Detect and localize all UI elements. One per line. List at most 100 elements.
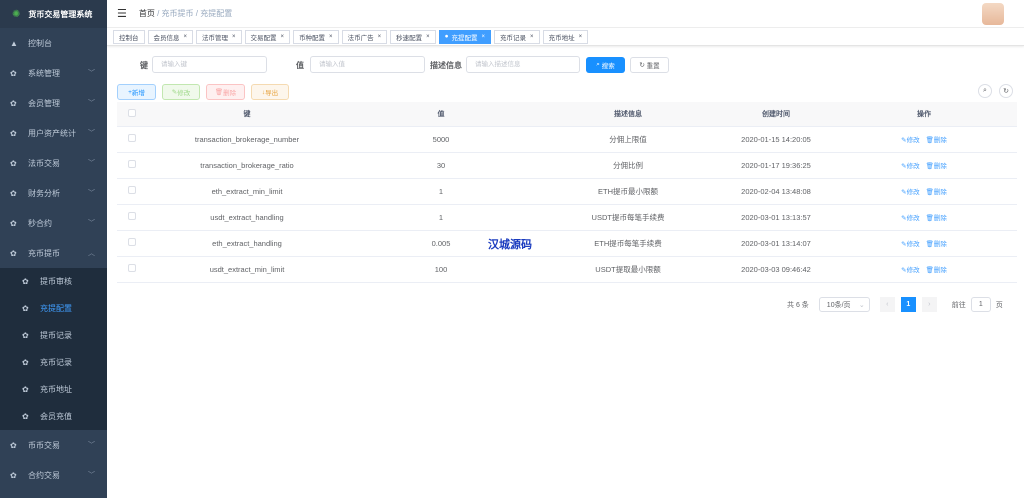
sidebar-item-2[interactable]: ✿会员管理﹀ xyxy=(0,88,107,118)
tab-9[interactable]: 充币地址× xyxy=(543,30,589,44)
edit-button[interactable]: ✎ 修改 xyxy=(162,84,200,100)
desc-input[interactable]: 请输入描述信息 xyxy=(466,56,580,73)
row-checkbox[interactable] xyxy=(128,134,136,142)
row-checkbox[interactable] xyxy=(128,264,136,272)
gear-icon: ✿ xyxy=(10,129,20,138)
close-icon[interactable]: × xyxy=(232,34,236,40)
value-input[interactable]: 请输入值 xyxy=(310,56,425,73)
tab-label: 交易配置 xyxy=(251,32,277,42)
page-1-button[interactable]: 1 xyxy=(901,297,916,312)
add-label: 新增 xyxy=(132,87,145,97)
gear-icon: ✿ xyxy=(10,471,20,480)
page-size-select[interactable]: 10条/页⌄ xyxy=(819,297,870,312)
close-icon[interactable]: × xyxy=(281,34,285,40)
submenu-item-3[interactable]: ✿充币记录 xyxy=(0,349,107,376)
row-select[interactable] xyxy=(117,230,147,256)
tab-0[interactable]: 控制台 xyxy=(113,30,145,44)
row-edit-button[interactable]: ✎修改 xyxy=(901,215,919,222)
search-toggle-icon[interactable]: ⌕ xyxy=(978,84,992,98)
sidebar-item-after-1[interactable]: ✿合约交易﹀ xyxy=(0,460,107,490)
close-icon[interactable]: × xyxy=(482,34,486,40)
cell-value: 1 xyxy=(347,178,535,204)
menu-label: 法币交易 xyxy=(28,158,60,169)
goto-input[interactable]: 1 xyxy=(971,297,991,312)
sidebar-item-5[interactable]: ✿财务分析﹀ xyxy=(0,178,107,208)
row-checkbox[interactable] xyxy=(128,212,136,220)
row-edit-button[interactable]: ✎修改 xyxy=(901,267,919,274)
submenu-item-1[interactable]: ✿充提配置 xyxy=(0,295,107,322)
gear-icon: ✿ xyxy=(10,69,20,78)
cell-desc: USDT提币每笔手续费 xyxy=(535,204,721,230)
tab-1[interactable]: 会员信息× xyxy=(148,30,194,44)
sidebar-item-4[interactable]: ✿法币交易﹀ xyxy=(0,148,107,178)
row-checkbox[interactable] xyxy=(128,160,136,168)
select-all-checkbox[interactable] xyxy=(128,109,136,117)
header: ☰ 首页 / 充币提币 / 充提配置 xyxy=(107,0,1024,28)
row-select[interactable] xyxy=(117,204,147,230)
submenu-item-4[interactable]: ✿充币地址 xyxy=(0,376,107,403)
row-delete-button[interactable]: 🗑删除 xyxy=(926,215,947,222)
key-input[interactable]: 请输入键 xyxy=(152,56,267,73)
tab-4[interactable]: 币种配置× xyxy=(293,30,339,44)
sidebar-item-0[interactable]: ▲控制台 xyxy=(0,28,107,58)
sidebar-item-6[interactable]: ✿秒合约﹀ xyxy=(0,208,107,238)
close-icon[interactable]: × xyxy=(378,34,382,40)
row-delete-button[interactable]: 🗑删除 xyxy=(926,189,947,196)
tab-2[interactable]: 法币管理× xyxy=(196,30,242,44)
sidebar-item-3[interactable]: ✿用户资产统计﹀ xyxy=(0,118,107,148)
row-select[interactable] xyxy=(117,152,147,178)
row-delete-button[interactable]: 🗑删除 xyxy=(926,137,947,144)
row-delete-button[interactable]: 🗑删除 xyxy=(926,241,947,248)
gear-icon: ✿ xyxy=(10,249,20,258)
tab-8[interactable]: 充币记录× xyxy=(494,30,540,44)
row-delete-button[interactable]: 🗑删除 xyxy=(926,267,947,274)
gear-icon: ✿ xyxy=(22,277,32,286)
next-page-button[interactable]: › xyxy=(922,297,937,312)
submenu-item-5[interactable]: ✿会员充值 xyxy=(0,403,107,430)
header-created: 创建时间 xyxy=(721,102,831,126)
chevron-down-icon: ﹀ xyxy=(88,98,95,108)
cell-actions: ✎修改 🗑删除 xyxy=(831,126,1017,152)
row-edit-button[interactable]: ✎修改 xyxy=(901,137,919,144)
row-select[interactable] xyxy=(117,126,147,152)
delete-button[interactable]: 🗑 删除 xyxy=(206,84,245,100)
search-button[interactable]: ⌕ 搜索 xyxy=(586,57,625,73)
menu-label: 会员充值 xyxy=(40,411,72,422)
app-logo: ✺货币交易管理系统 xyxy=(0,0,107,28)
search-label: 搜索 xyxy=(602,60,615,70)
export-button[interactable]: ↓ 导出 xyxy=(251,84,289,100)
row-delete-button[interactable]: 🗑删除 xyxy=(926,163,947,170)
add-button[interactable]: + 新增 xyxy=(117,84,156,100)
tab-7[interactable]: ●充提配置× xyxy=(439,30,491,44)
hamburger-icon[interactable]: ☰ xyxy=(117,7,127,20)
row-checkbox[interactable] xyxy=(128,238,136,246)
avatar[interactable] xyxy=(982,3,1004,25)
cell-actions: ✎修改 🗑删除 xyxy=(831,152,1017,178)
reset-button[interactable]: ↻ 重置 xyxy=(630,57,669,73)
sidebar-item-1[interactable]: ✿系统管理﹀ xyxy=(0,58,107,88)
row-delete-label: 删除 xyxy=(934,137,947,144)
row-edit-button[interactable]: ✎修改 xyxy=(901,241,919,248)
prev-page-button[interactable]: ‹ xyxy=(880,297,895,312)
cell-created: 2020-03-03 09:46:42 xyxy=(721,256,831,282)
submenu-item-0[interactable]: ✿提币审核 xyxy=(0,268,107,295)
tab-3[interactable]: 交易配置 × xyxy=(245,30,291,44)
submenu-item-2[interactable]: ✿提币记录 xyxy=(0,322,107,349)
close-icon[interactable]: × xyxy=(184,34,188,40)
close-icon[interactable]: × xyxy=(329,34,333,40)
tab-5[interactable]: 法币广告× xyxy=(342,30,388,44)
tab-6[interactable]: 秒速配置× xyxy=(390,30,436,44)
row-edit-button[interactable]: ✎修改 xyxy=(901,189,919,196)
row-checkbox[interactable] xyxy=(128,186,136,194)
close-icon[interactable]: × xyxy=(426,34,430,40)
row-edit-button[interactable]: ✎修改 xyxy=(901,163,919,170)
row-select[interactable] xyxy=(117,178,147,204)
sidebar-item-after-0[interactable]: ✿币币交易﹀ xyxy=(0,430,107,460)
sidebar-item-7[interactable]: ✿充币提币︿ xyxy=(0,238,107,268)
row-select[interactable] xyxy=(117,256,147,282)
close-icon[interactable]: × xyxy=(579,34,583,40)
select-all-header[interactable] xyxy=(117,102,147,126)
refresh-icon[interactable]: ↻ xyxy=(999,84,1013,98)
breadcrumb-home[interactable]: 首页 xyxy=(139,9,155,18)
close-icon[interactable]: × xyxy=(530,34,534,40)
